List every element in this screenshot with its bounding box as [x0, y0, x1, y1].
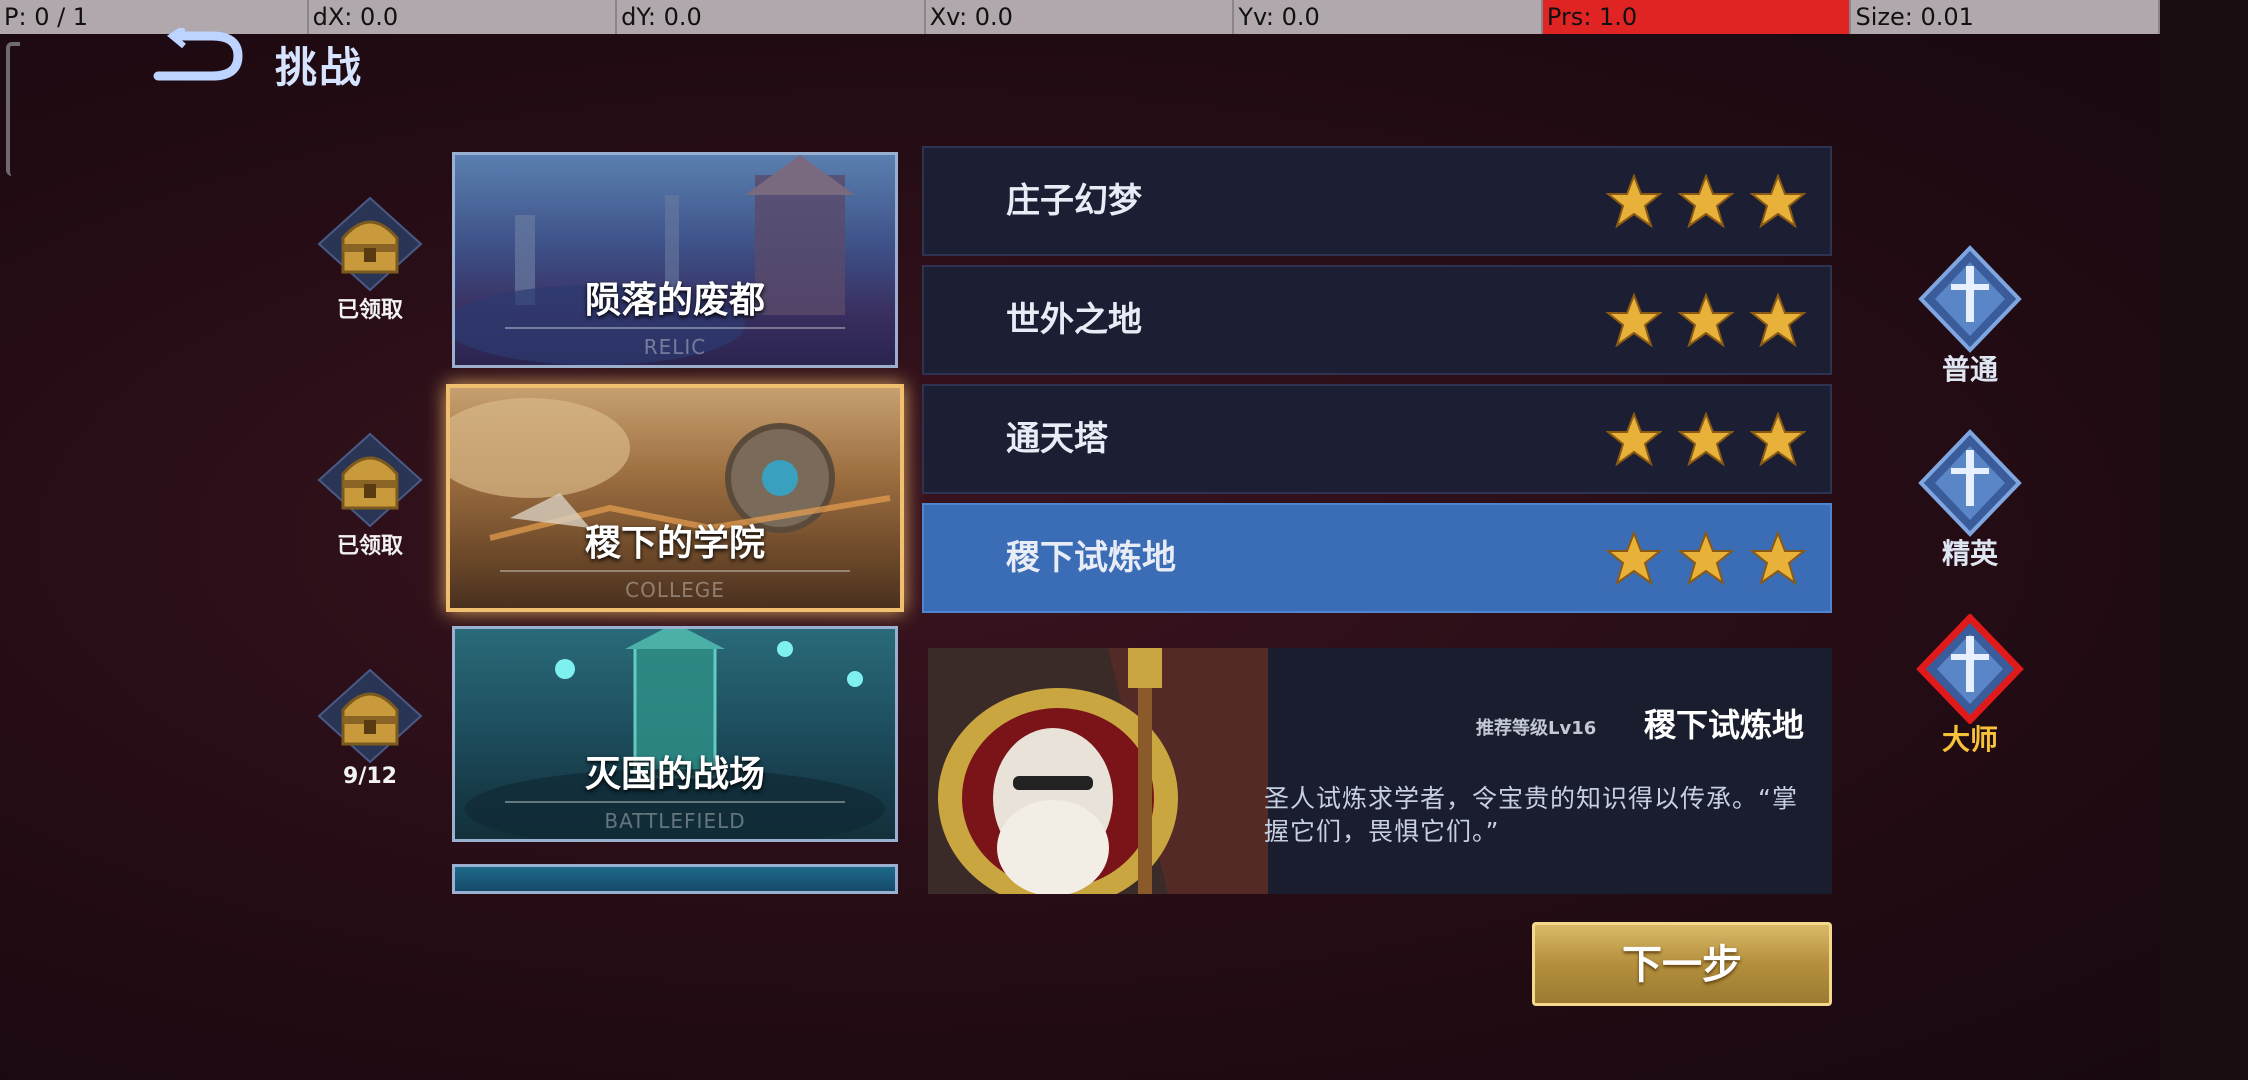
recommended-level: 推荐等级Lv16: [1476, 718, 1597, 739]
map-card-battlefield[interactable]: 灭国的战场 BATTLEFIELD: [452, 626, 898, 842]
map-subtitle: COLLEGE: [625, 578, 725, 602]
map-subtitle: RELIC: [643, 335, 707, 359]
map-card-partial[interactable]: [452, 864, 898, 894]
star-icon: [1678, 412, 1734, 466]
back-arrow-icon: [153, 25, 243, 81]
debug-dy: dY: 0.0: [617, 0, 926, 34]
treasure-chest-icon: [317, 196, 423, 292]
map-art: [450, 388, 900, 608]
stage-description: 圣人试炼求学者，令宝贵的知识得以传承。“掌握它们，畏惧它们。”: [1264, 784, 1798, 846]
star-icon: [1750, 293, 1806, 347]
map-card-relic[interactable]: 陨落的废都 RELIC: [452, 152, 898, 368]
map-name: 陨落的废都: [584, 280, 765, 321]
sword-shield-emblem-icon: [1916, 614, 2024, 724]
chest-progress: 9/12: [343, 764, 397, 789]
stage-row-selected[interactable]: 稷下试炼地: [922, 503, 1832, 613]
debug-size: Size: 0.01: [1851, 0, 2161, 34]
treasure-chest-icon: [317, 432, 423, 528]
star-icon: [1678, 174, 1734, 228]
sword-shield-emblem-icon: [1918, 429, 2022, 537]
reward-chest-3[interactable]: 9/12: [310, 666, 430, 796]
map-art: [455, 867, 895, 891]
stage-name: 通天塔: [1006, 419, 1108, 459]
star-icon: [1606, 412, 1662, 466]
star-icon: [1678, 531, 1734, 585]
reward-chest-2[interactable]: 已领取: [310, 430, 430, 560]
map-art: [455, 629, 895, 839]
next-step-button[interactable]: 下一步: [1532, 922, 1832, 1006]
debug-xv: Xv: 0.0: [926, 0, 1235, 34]
chest-status: 已领取: [336, 298, 403, 323]
chest-status: 已领取: [336, 534, 403, 559]
boss-portrait: [928, 648, 1268, 894]
map-name: 灭国的战场: [584, 754, 765, 795]
stage-stars: [1606, 531, 1806, 585]
star-icon: [1606, 174, 1662, 228]
difficulty-elite[interactable]: 精英: [1910, 428, 2030, 578]
map-card-college[interactable]: 稷下的学院 COLLEGE: [446, 384, 904, 612]
map-art: [455, 155, 895, 365]
stage-name: 稷下试炼地: [1006, 538, 1176, 578]
right-edge-band: [2160, 0, 2248, 1080]
debug-pressure: Prs: 1.0: [1542, 0, 1852, 34]
star-icon: [1750, 412, 1806, 466]
stage-row[interactable]: 庄子幻梦: [922, 146, 1832, 256]
page-title: 挑战: [275, 43, 364, 92]
debug-yv: Yv: 0.0: [1234, 0, 1543, 34]
stage-detail-panel: 推荐等级Lv16 稷下试炼地 圣人试炼求学者，令宝贵的知识得以传承。“掌握它们，…: [928, 648, 1832, 894]
star-icon: [1606, 531, 1662, 585]
difficulty-label: 精英: [1941, 537, 1998, 570]
debug-dx: dX: 0.0: [309, 0, 618, 34]
map-name: 稷下的学院: [584, 523, 765, 564]
map-divider: [500, 570, 850, 572]
stage-stars: [1606, 293, 1806, 347]
star-icon: [1750, 174, 1806, 228]
stage-row[interactable]: 通天塔: [922, 384, 1832, 494]
treasure-chest-icon: [317, 668, 423, 764]
star-icon: [1678, 293, 1734, 347]
reward-chest-1[interactable]: 已领取: [310, 194, 430, 324]
debug-status-bar: P: 0 / 1 dX: 0.0 dY: 0.0 Xv: 0.0 Yv: 0.0…: [0, 0, 2161, 34]
difficulty-label: 普通: [1941, 353, 1998, 386]
edge-scroll-handle: [6, 42, 20, 176]
difficulty-normal[interactable]: 普通: [1910, 244, 2030, 394]
stage-stars: [1606, 412, 1806, 466]
difficulty-master[interactable]: 大师: [1910, 614, 2030, 764]
map-subtitle: BATTLEFIELD: [604, 809, 746, 833]
difficulty-label: 大师: [1941, 723, 1998, 756]
star-icon: [1750, 531, 1806, 585]
sword-shield-emblem-icon: [1918, 245, 2022, 353]
map-divider: [505, 327, 845, 329]
map-divider: [505, 801, 845, 803]
stage-name: 庄子幻梦: [1006, 181, 1142, 221]
back-button[interactable]: [150, 25, 250, 84]
stage-name: 世外之地: [1006, 300, 1142, 340]
stage-stars: [1606, 174, 1806, 228]
stage-row[interactable]: 世外之地: [922, 265, 1832, 375]
stage-detail-name: 稷下试炼地: [1643, 706, 1804, 744]
star-icon: [1606, 293, 1662, 347]
